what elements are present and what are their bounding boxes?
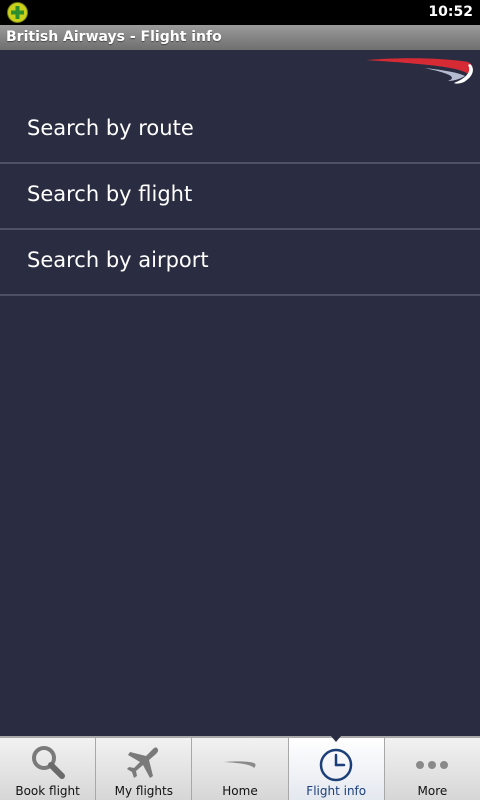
search-by-flight-item[interactable]: Search by flight (0, 164, 480, 230)
app-notification-icon (7, 2, 28, 23)
page-title: British Airways - Flight info (6, 29, 222, 45)
search-options-list: Search by route Search by flight Search … (0, 98, 480, 296)
status-time: 10:52 (428, 4, 473, 20)
active-tab-indicator (331, 736, 342, 742)
search-by-route-item[interactable]: Search by route (0, 98, 480, 164)
tab-more[interactable]: More (385, 738, 480, 800)
menu-item-label: Search by flight (27, 182, 193, 206)
more-dots-icon (416, 761, 449, 769)
tab-flight-info[interactable]: Flight info (288, 736, 385, 800)
tab-label: More (417, 784, 448, 798)
tab-my-flights[interactable]: My flights (96, 738, 193, 800)
menu-item-label: Search by airport (27, 248, 209, 272)
tab-label: My flights (114, 784, 173, 798)
speedmarque-icon (224, 761, 256, 768)
tab-label: Book flight (15, 784, 80, 798)
search-icon (31, 746, 65, 779)
tab-label: Flight info (306, 784, 367, 798)
search-by-airport-item[interactable]: Search by airport (0, 230, 480, 296)
airplane-icon (126, 747, 158, 778)
tab-home[interactable]: Home (192, 738, 289, 800)
status-bar: 10:52 (0, 0, 480, 25)
tab-label: Home (222, 784, 258, 798)
title-bar: British Airways - Flight info (0, 25, 480, 50)
bottom-tab-bar: Book flight My flights Home Flight info … (0, 736, 480, 800)
british-airways-logo (366, 58, 473, 84)
clock-icon (319, 748, 353, 782)
menu-item-label: Search by route (27, 116, 194, 140)
tab-book-flight[interactable]: Book flight (0, 738, 97, 800)
